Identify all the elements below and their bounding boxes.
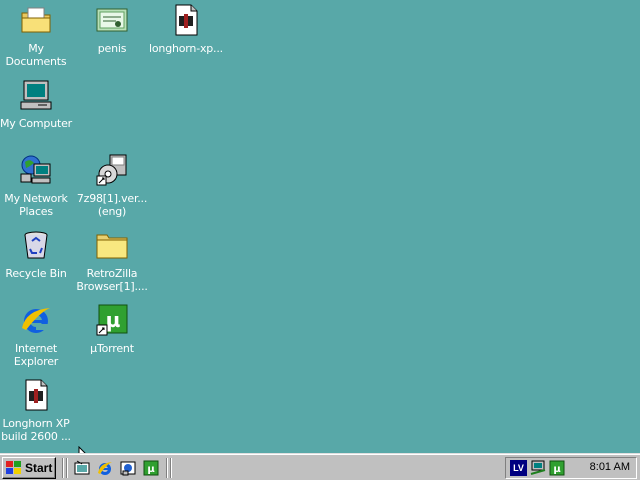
taskbar-separator [62,458,64,478]
utorrent-tray-icon[interactable]: µ [549,460,565,476]
recycle-bin-icon [24,231,48,259]
clock[interactable]: 8:01 AM [590,461,630,473]
network-tray-icon[interactable] [530,460,546,476]
channels-icon[interactable] [120,460,136,476]
show-desktop-icon[interactable] [74,460,90,476]
icon-label: µTorrent [90,342,134,355]
icon-label: RetroZilla Browser[1].... [76,267,148,293]
folder-icon [96,234,128,259]
icon-label: My Network Places [4,192,68,218]
taskbar-separator [166,458,168,478]
icon-label: 7z98[1].ver... (eng) [76,192,148,218]
utorrent-icon[interactable]: µ [143,460,159,476]
installer-shortcut-icon [96,154,127,186]
icon-label: Longhorn XP build 2600 ... [1,417,71,443]
desktop-icon-longhorn-xp[interactable]: longhorn-xp... [148,2,224,70]
start-label: Start [25,461,53,475]
folder-documents-icon [21,7,51,33]
desktop-icon-retrozilla-browser[interactable]: RetroZilla Browser[1].... [74,227,150,295]
svg-text:µ: µ [553,464,561,475]
internet-explorer-icon[interactable] [97,460,113,476]
desktop-icon-internet-explorer[interactable]: Internet Explorer [0,302,74,370]
certificate-file-icon [96,8,128,32]
svg-text:µ: µ [106,308,121,332]
utorrent-shortcut-icon: µ [96,304,128,336]
taskbar-separator [66,458,68,478]
desktop-icon-my-computer[interactable]: My Computer [0,77,74,145]
desktop-icon-longhorn-xp-build[interactable]: Longhorn XP build 2600 ... [0,377,74,445]
icon-label: My Documents [5,42,67,68]
start-button[interactable]: Start [2,457,56,479]
windows-logo-icon [6,461,21,474]
internet-explorer-icon [22,308,50,333]
desktop-icon-7z98-installer[interactable]: 7z98[1].ver... (eng) [74,152,150,220]
icon-label: Recycle Bin [5,267,67,280]
icon-label: longhorn-xp... [149,42,223,55]
desktop-icon-recycle-bin[interactable]: Recycle Bin [0,227,74,295]
taskbar-separator [170,458,172,478]
language-indicator[interactable]: LV [510,460,527,476]
system-tray: LV µ 8:01 AM [505,457,637,479]
network-places-icon [20,155,51,184]
media-file-icon [25,379,48,411]
taskbar: Start µ LV µ 8:01 AM [0,453,640,480]
desktop-icon-penis[interactable]: penis [74,2,150,70]
icon-label: penis [97,42,127,55]
computer-icon [20,80,52,110]
media-file-icon [175,4,198,36]
desktop-icon-my-documents[interactable]: My Documents [0,2,74,70]
icon-label: Internet Explorer [13,342,59,368]
desktop-icon-my-network-places[interactable]: My Network Places [0,152,74,220]
icon-label: My Computer [0,117,72,130]
svg-text:µ: µ [147,464,155,475]
desktop-icon-utorrent[interactable]: µ µTorrent [74,302,150,370]
desktop[interactable]: My Documents penis longhorn-xp... My Com… [0,0,640,453]
